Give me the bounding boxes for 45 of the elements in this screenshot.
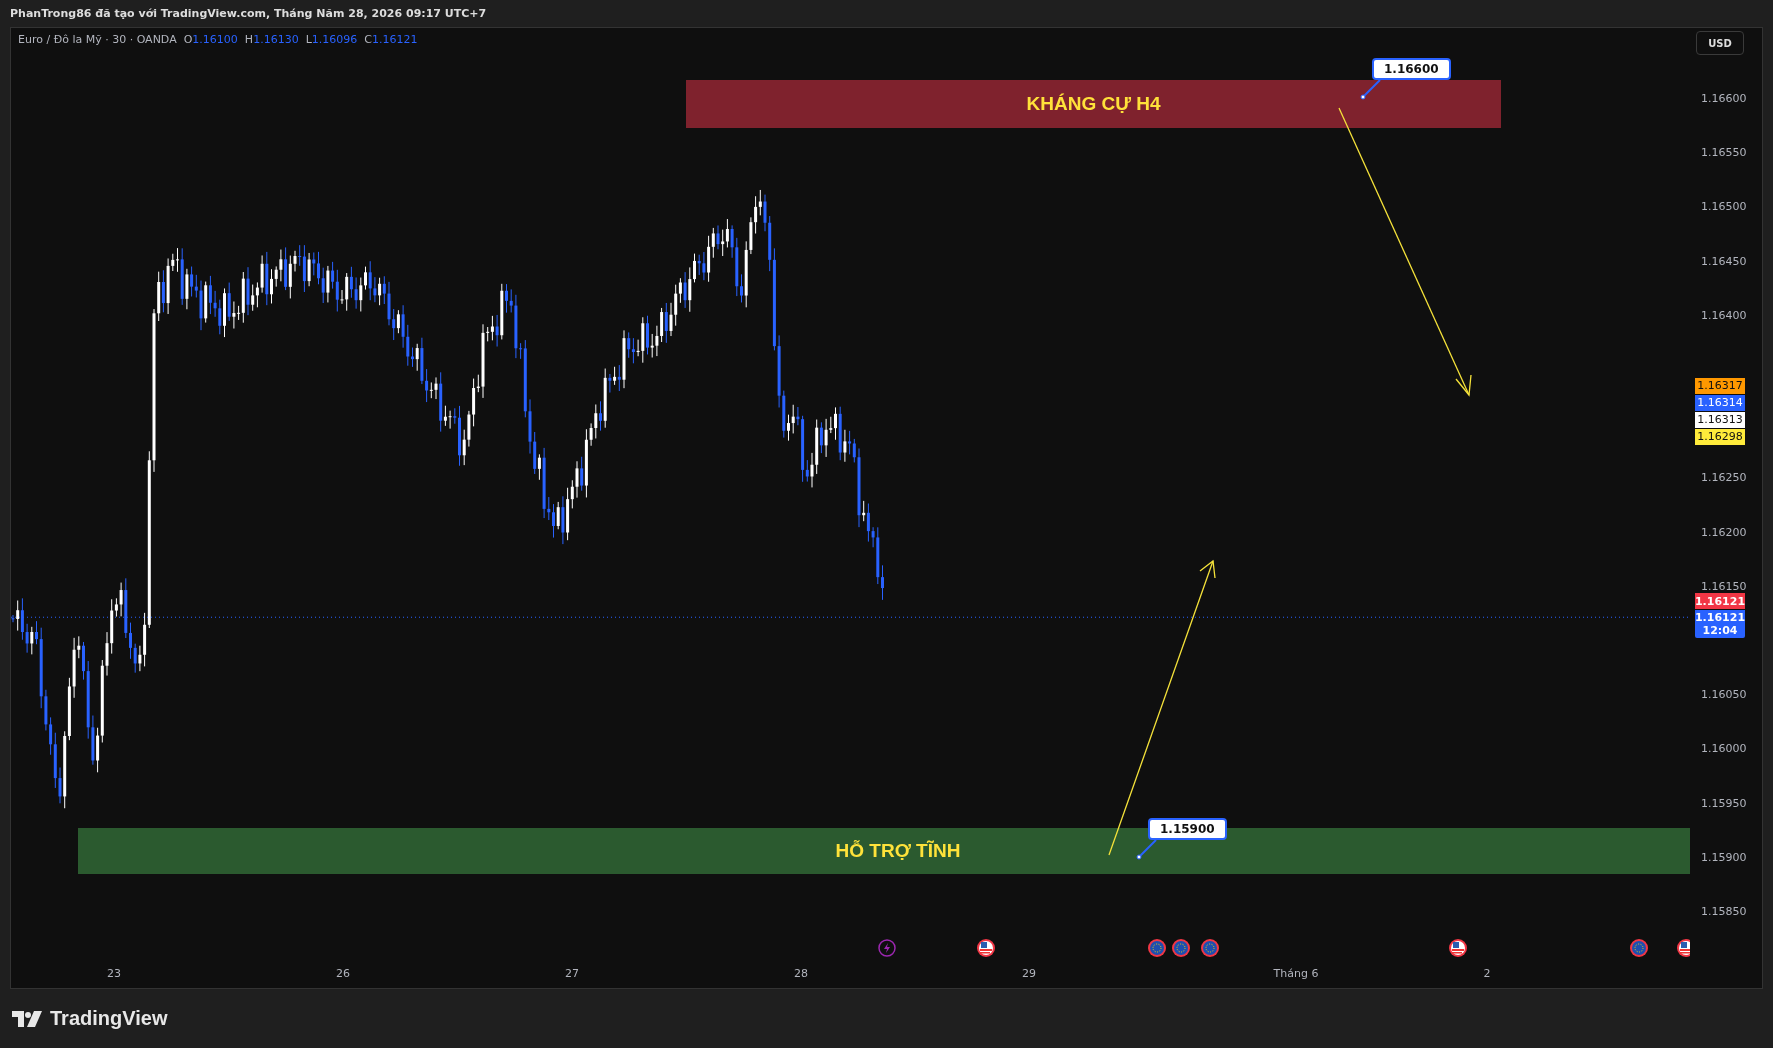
time-label: 27 [565,967,579,980]
flag-icon[interactable] [977,939,995,957]
symbol-title: Euro / Đô la Mỹ · 30 · OANDA [18,33,177,46]
price-label: 1.16050 [1701,687,1747,701]
time-label: 26 [336,967,350,980]
logo-icon [12,1010,42,1027]
callout-pointer [1136,839,1157,860]
time-label: 2 [1483,967,1491,980]
callout-pointer [1360,79,1381,100]
ohlc-value: C1.16121 [364,33,418,46]
price-label: 1.16450 [1701,254,1747,268]
price-tag: 1.16313 [1695,411,1745,428]
price-label: 1.16200 [1701,525,1747,539]
price-label: 1.16000 [1701,741,1747,755]
price-tag: 1.16298 [1695,428,1745,445]
price-label: 1.15850 [1701,904,1747,918]
time-label: 29 [1022,967,1036,980]
price-label: 1.16150 [1701,579,1747,593]
price-label: 1.16500 [1701,199,1747,213]
zone-label: HỖ TRỢ TĨNH [835,840,961,862]
zone-label: KHÁNG CỰ H4 [1026,93,1161,115]
time-label: 23 [107,967,121,980]
time-label: Tháng 6 [1273,967,1319,980]
price-callout: 1.15900 [1148,818,1227,840]
price-callout: 1.16600 [1372,58,1451,80]
price-label: 1.15900 [1701,850,1747,864]
price-label: 1.15950 [1701,796,1747,810]
ohlc-value: L1.16096 [305,33,358,46]
chart-attribution: PhanTrong86 đã tạo với TradingView.com, Tháng Năm 28, 2026 09:17 UTC+7 [10,7,487,20]
price-label: 1.16400 [1701,308,1747,322]
price-tag: 1.16314 [1695,394,1745,411]
ohlc-value: O1.16100 [183,33,238,46]
flag-icon[interactable] [1449,939,1467,957]
flag-icon[interactable] [1677,939,1690,957]
price-label: 1.16600 [1701,91,1747,105]
lightning-icon[interactable] [878,939,896,957]
price-label: 1.16550 [1701,145,1747,159]
ohlc-value: H1.16130 [244,33,299,46]
current-price-tag: 1.16121 12:04 [1695,610,1745,639]
price-tag: 1.16317 [1695,377,1745,394]
brand-name: TradingView [50,1007,168,1030]
currency-button[interactable]: USD [1696,31,1744,55]
time-label: 28 [794,967,808,980]
price-label: 1.16250 [1701,470,1747,484]
last-price-tag: 1.16121 [1695,593,1745,610]
